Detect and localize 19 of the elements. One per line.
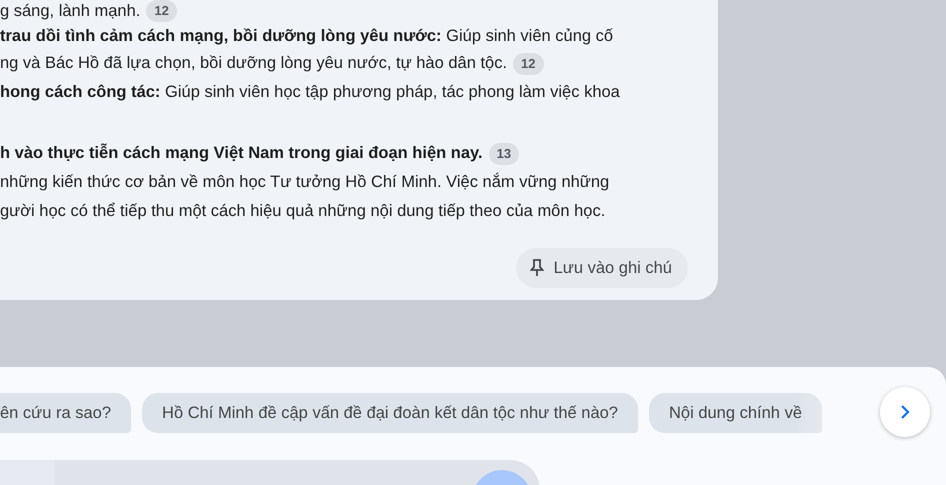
answer-text: ng và Bác Hồ đã lựa chọn, bồi dưỡng lòng yêu nước, tự hào dân tộc. xyxy=(0,53,508,74)
suggestion-chip[interactable]: ên cứu ra sao? xyxy=(0,393,132,433)
suggestion-chip[interactable]: Nội dung chính về xyxy=(648,393,822,433)
answer-text: g sáng, lành mạnh. xyxy=(0,3,140,19)
composer-side-panel xyxy=(0,460,55,485)
save-note-button[interactable]: Lưu vào ghi chú xyxy=(516,248,688,288)
answer-text: những kiến thức cơ bản về môn học Tư tưởng Hồ Chí Minh. Việc nắm vững những xyxy=(0,172,610,193)
citation-badge[interactable]: 12 xyxy=(146,0,177,22)
scroll-right-button[interactable] xyxy=(880,387,930,437)
answer-text: gười học có thể tiếp thu một cách hiệu quả những nội dung tiếp theo của môn học. xyxy=(0,201,606,222)
prompt-input-field[interactable] xyxy=(55,460,540,485)
answer-text: trau dồi tình cảm cách mạng, bồi dưỡng lòng yêu nước: Giúp sinh viên củng cố xyxy=(0,26,614,47)
citation-badge[interactable]: 13 xyxy=(488,142,520,164)
answer-text: hong cách công tác: Giúp sinh viên học tập phương pháp, tác phong làm việc khoa xyxy=(0,82,620,103)
suggestion-chip[interactable]: Hồ Chí Minh đề cập vấn đề đại đoàn kết dân tộc như thế nào? xyxy=(142,393,638,433)
citation-badge[interactable]: 12 xyxy=(513,52,544,74)
pin-icon xyxy=(530,259,544,277)
chevron-right-icon xyxy=(900,404,910,420)
answer-text: h vào thực tiễn cách mạng Việt Nam trong giai đoạn hiện nay. xyxy=(0,142,483,164)
